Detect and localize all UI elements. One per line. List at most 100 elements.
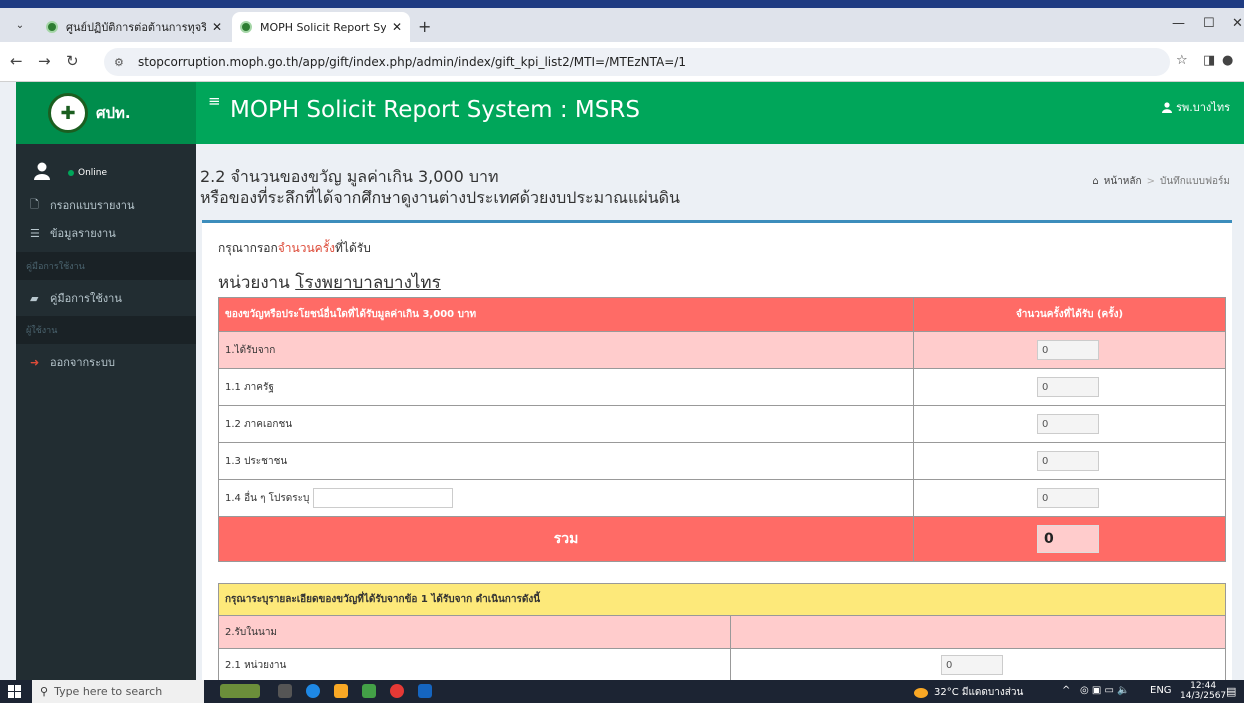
site-info-icon[interactable]: ⚙: [114, 56, 130, 69]
home-icon: ⌂: [1092, 176, 1099, 187]
user-panel: Online 🗋 กรอกแบบรายงาน: [16, 144, 196, 214]
sidebar-item-manual[interactable]: ▰ คู่มือการใช้งาน: [16, 280, 196, 316]
menu-toggle-icon[interactable]: ≡: [208, 92, 221, 110]
side-panel-icon[interactable]: ◨: [1203, 53, 1215, 68]
column-header: จำนวนครั้งที่ได้รับ (ครั้ง): [913, 297, 1226, 332]
language-indicator[interactable]: ENG: [1150, 685, 1172, 696]
count-input[interactable]: 0: [1037, 451, 1099, 471]
unit-heading: หน่วยงาน โรงพยาบาลบางไทร: [218, 269, 441, 296]
taskbar-search[interactable]: ⚲ Type here to search: [32, 680, 204, 703]
count-input[interactable]: 0: [1037, 414, 1099, 434]
table-row: 1.ได้รับจาก 0: [218, 331, 1226, 369]
empty-cell: [730, 615, 1226, 649]
app-title: MOPH Solicit Report System : MSRS: [230, 97, 640, 123]
content-area: 2.2 จำนวนของขวัญ มูลค่าเกิน 3,000 บาท หร…: [196, 144, 1244, 680]
count-input[interactable]: 0: [941, 655, 1003, 675]
table-row: 1.1 ภาครัฐ 0: [218, 368, 1226, 406]
file-explorer-icon[interactable]: [334, 684, 348, 698]
count-input[interactable]: 0: [1037, 340, 1099, 360]
url-field[interactable]: ⚙ stopcorruption.moph.go.th/app/gift/ind…: [104, 48, 1170, 76]
table-row: 1.3 ประชาชน 0: [218, 442, 1226, 480]
search-icon: ⚲: [40, 685, 49, 698]
minimize-icon[interactable]: —: [1172, 16, 1185, 31]
file-icon: 🗋: [30, 197, 39, 211]
sidebar-item-label: ข้อมูลรายงาน: [50, 227, 116, 240]
total-value: 0: [1037, 525, 1099, 553]
gift-detail-table: กรุณาระบุรายละเอียดของขวัญที่ได้รับจากข้…: [218, 583, 1226, 680]
site-favicon-icon: [46, 21, 58, 33]
table-row: 2.1 หน่วยงาน 0: [218, 648, 1226, 680]
sidebar-item-logout[interactable]: ➜ ออกจากระบบ: [16, 344, 196, 380]
total-row: รวม 0: [218, 516, 1226, 562]
table-header-row: กรุณาระบุรายละเอียดของขวัญที่ได้รับจากข้…: [218, 583, 1226, 616]
online-dot-icon: [68, 170, 74, 176]
site-favicon-icon: [240, 21, 252, 33]
tab-inactive[interactable]: ศูนย์ปฏิบัติการต่อต้านการทุจริต (ศปท ✕: [38, 12, 230, 42]
word-icon[interactable]: [418, 684, 432, 698]
url-text: stopcorruption.moph.go.th/app/gift/index…: [138, 55, 686, 69]
windows-taskbar: ⚲ Type here to search 32°C มีแดดบางส่วน …: [0, 680, 1244, 703]
count-input[interactable]: 0: [1037, 488, 1099, 508]
online-status: Online: [68, 168, 107, 178]
count-input[interactable]: 0: [1037, 377, 1099, 397]
weather-text: 32°C มีแดดบางส่วน: [934, 687, 1024, 698]
total-label: รวม: [218, 516, 914, 562]
user-name: รพ.บางไทร: [1176, 101, 1230, 114]
taskbar-widget-icon[interactable]: [220, 684, 260, 698]
row-label: 2.รับในนาม: [218, 615, 731, 649]
table-header-row: ของขวัญหรือประโยชน์อื่นใดที่ได้รับมูลค่า…: [218, 297, 1226, 332]
new-tab-icon[interactable]: +: [418, 17, 431, 36]
maximize-icon[interactable]: ☐: [1203, 16, 1215, 31]
close-tab-icon[interactable]: ✕: [212, 20, 222, 34]
windows-start-icon[interactable]: [8, 685, 21, 698]
close-tab-icon[interactable]: ✕: [392, 20, 402, 34]
line-app-icon[interactable]: [362, 684, 376, 698]
user-menu[interactable]: รพ.บางไทร: [1162, 98, 1230, 116]
weather-widget[interactable]: 32°C มีแดดบางส่วน: [914, 685, 1023, 700]
row-label: 2.1 หน่วยงาน: [218, 648, 731, 680]
reload-icon[interactable]: ↻: [66, 52, 79, 70]
sidebar-header-user: ผู้ใช้งาน: [16, 316, 196, 344]
edge-icon[interactable]: [306, 684, 320, 698]
page-title: 2.2 จำนวนของขวัญ มูลค่าเกิน 3,000 บาท หร…: [200, 166, 680, 208]
logo-text: ศปท.: [96, 104, 131, 122]
other-specify-input[interactable]: [313, 488, 454, 508]
clock[interactable]: 12:44 14/3/2567: [1180, 681, 1226, 701]
bookmark-star-icon[interactable]: ☆: [1176, 53, 1188, 68]
sidebar: Online 🗋 กรอกแบบรายงาน ☰ ข้อมูลรายงาน คู…: [16, 144, 196, 680]
chrome-icon[interactable]: [390, 684, 404, 698]
list-icon: ☰: [30, 226, 40, 240]
clock-date: 14/3/2567: [1180, 691, 1227, 701]
row-label: 1.1 ภาครัฐ: [218, 368, 914, 406]
user-icon: [1162, 101, 1173, 113]
online-label: Online: [78, 168, 108, 178]
breadcrumb-current: บันทึกแบบฟอร์ม: [1159, 176, 1230, 187]
row-label-cell: 1.4 อื่น ๆ โปรดระบุ: [218, 479, 914, 517]
sign-out-icon: ➜: [30, 355, 40, 369]
tab-search-chevron-icon[interactable]: ⌄: [8, 14, 32, 36]
tab-title: ศูนย์ปฏิบัติการต่อต้านการทุจริต (ศปท: [66, 21, 206, 34]
user-avatar-icon: [34, 162, 50, 180]
sidebar-header-manual: คู่มือการใช้งาน: [16, 252, 196, 280]
row-label: 1.ได้รับจาก: [218, 331, 914, 369]
address-bar: ← → ↻ ⚙ stopcorruption.moph.go.th/app/gi…: [0, 42, 1244, 82]
book-icon: ▰: [30, 291, 39, 305]
tray-icons[interactable]: ◎ ▣ ▭ 🔈: [1080, 685, 1130, 696]
breadcrumb-home[interactable]: หน้าหลัก: [1104, 174, 1142, 189]
sidebar-item-fill-report[interactable]: 🗋 กรอกแบบรายงาน: [16, 189, 196, 221]
page-title-line1: 2.2 จำนวนของขวัญ มูลค่าเกิน 3,000 บาท: [200, 167, 499, 186]
forward-icon[interactable]: →: [38, 52, 51, 70]
close-window-icon[interactable]: ✕: [1232, 16, 1243, 31]
task-view-icon[interactable]: [278, 684, 292, 698]
back-icon[interactable]: ←: [10, 52, 23, 70]
instruction-suffix: ที่ได้รับ: [335, 241, 371, 255]
search-placeholder: Type here to search: [54, 685, 163, 698]
breadcrumb: ⌂ หน้าหลัก > บันทึกแบบฟอร์ม: [1092, 174, 1230, 189]
tray-chevron-icon[interactable]: ^: [1062, 685, 1070, 696]
sidebar-item-label: คู่มือการใช้งาน: [50, 292, 122, 305]
profile-icon[interactable]: ●: [1222, 53, 1233, 68]
row-label: 1.2 ภาคเอกชน: [218, 405, 914, 443]
tab-active[interactable]: MOPH Solicit Report System : M ✕: [232, 12, 410, 42]
app-logo[interactable]: ✚ ศปท.: [16, 82, 196, 144]
notification-icon[interactable]: ▤: [1226, 685, 1236, 698]
